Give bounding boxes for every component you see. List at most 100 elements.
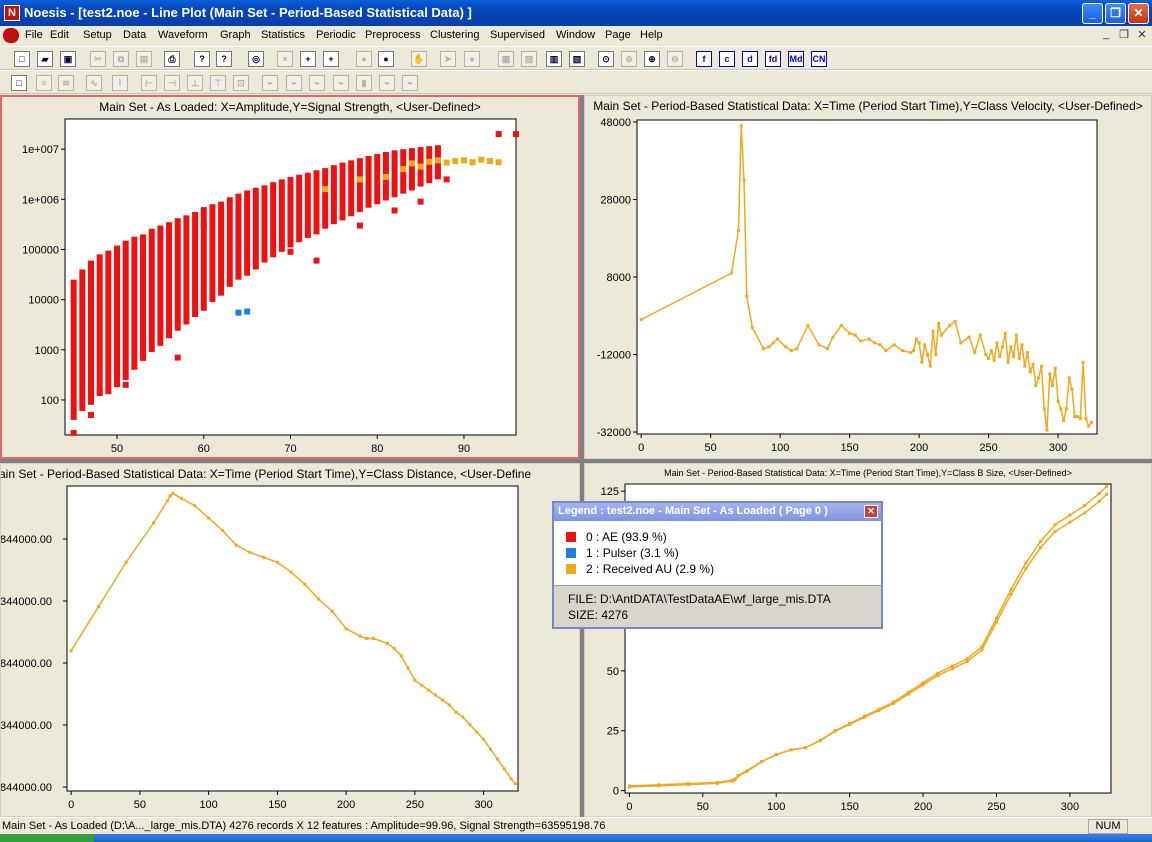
velocity-data-point [1076,415,1080,419]
velocity-x-tick-label: 200 [910,442,928,454]
wave3-icon[interactable]: ∿ [86,75,102,91]
chart-icon[interactable]: ▥ [546,51,562,67]
menu-file[interactable]: File [25,29,43,41]
zoom-out-icon[interactable]: ⊖ [667,51,683,67]
print-icon[interactable]: ⎙ [164,51,180,67]
window-icon[interactable]: □ [11,75,27,91]
d-icon[interactable]: d [742,51,758,67]
context-help-icon[interactable]: ? [216,51,232,67]
scatter-y-tick-label: 1000 [35,345,59,357]
wave2-icon[interactable]: ≋ [58,75,74,91]
signal7-icon[interactable]: ⌁ [402,75,418,91]
scatter-point [469,159,476,166]
cluster-icon[interactable]: ● [356,51,372,67]
pointer-icon[interactable]: ➤ [440,51,456,67]
signal5-icon[interactable]: ▮ [356,75,372,91]
distance-y-tick-label: 344000.00 [1,720,52,732]
distance-data-point [262,555,266,559]
menu-graph[interactable]: Graph [220,29,251,41]
mdi-restore-button[interactable]: ❐ [1116,28,1132,42]
menu-data[interactable]: Data [123,29,146,41]
filter5-icon[interactable]: ⊡ [233,75,249,91]
minimize-button[interactable]: _ [1082,3,1103,24]
noesis-app-icon[interactable]: N [4,5,20,21]
apple-icon[interactable]: ● [378,51,394,67]
signal6-icon[interactable]: ⌁ [379,75,395,91]
filter1-icon[interactable]: ⊢ [141,75,157,91]
menu-periodic[interactable]: Periodic [316,29,356,41]
cn-icon[interactable]: CN [811,51,827,67]
view-icon[interactable]: ⊙ [598,51,614,67]
bsize-secondary-data-point [657,783,661,787]
scatter-x-tick-label: 60 [198,443,210,455]
velocity-data-point [1064,407,1068,411]
zoom-in-icon[interactable]: ⊕ [644,51,660,67]
help-icon[interactable]: ? [194,51,210,67]
maximize-button[interactable]: ❐ [1105,3,1126,24]
menu-waveform[interactable]: Waveform [158,29,208,41]
legend-titlebar[interactable]: Legend : test2.noe - Main Set - As Loade… [554,503,881,521]
menu-edit[interactable]: Edit [50,29,69,41]
open-icon[interactable]: ▰ [37,51,53,67]
bsize-x-tick-label: 50 [697,801,709,813]
signal3-icon[interactable]: ⌁ [309,75,325,91]
ae-column-mark [278,179,285,252]
grid-icon[interactable]: ▦ [498,51,514,67]
add-icon[interactable]: + [300,51,316,67]
paste-icon[interactable]: ▤ [136,51,152,67]
legend-close-button[interactable]: ✕ [864,505,878,518]
velocity-plot-window[interactable]: Main Set - Period-Based Statistical Data… [584,95,1152,459]
velocity-data-point [1087,424,1091,428]
legend-file-info: FILE: D:\AntDATA\TestDataAE\wf_large_mis… [554,585,881,627]
ae-column-mark [157,225,164,346]
signal2-icon[interactable]: ⌁ [286,75,302,91]
scatter-point [391,207,398,214]
menu-help[interactable]: Help [640,29,663,41]
capture-icon[interactable]: ◎ [248,51,264,67]
view2-icon[interactable]: ⊚ [621,51,637,67]
new-icon[interactable]: □ [14,51,30,67]
filter2-icon[interactable]: ⊣ [164,75,180,91]
velocity-data-point [1053,366,1057,370]
velocity-data-point [859,339,863,343]
signal1-icon[interactable]: ⌁ [262,75,278,91]
insert-icon[interactable]: + [323,51,339,67]
fd-icon[interactable]: fd [765,51,781,67]
hand-icon[interactable]: ✋ [411,51,427,67]
mdi-minimize-button[interactable]: _ [1098,28,1114,42]
scatter-plot-window[interactable]: Main Set - As Loaded: X=Amplitude,Y=Sign… [0,95,580,459]
f-icon[interactable]: f [696,51,712,67]
filter3-icon[interactable]: ⊥ [187,75,203,91]
wave4-icon[interactable]: ⌇ [112,75,128,91]
menu-supervised[interactable]: Supervised [490,29,545,41]
cut-icon[interactable]: ✂ [90,51,106,67]
menu-page[interactable]: Page [605,29,631,41]
distance-data-point [468,723,472,727]
image-icon[interactable]: ▧ [521,51,537,67]
bsize-data-point [1009,587,1013,591]
scatter-point [322,186,329,193]
menu-statistics[interactable]: Statistics [261,29,305,41]
bell-icon[interactable]: ♠ [464,51,480,67]
save-icon[interactable]: ▣ [60,51,76,67]
scatter-point [200,222,207,229]
noesis-logo-icon[interactable] [3,28,19,43]
plot-icon[interactable]: ▨ [569,51,585,67]
c-icon[interactable]: c [719,51,735,67]
mdi-close-button[interactable]: ✕ [1134,28,1150,42]
md-icon[interactable]: Md [788,51,804,67]
menu-clustering[interactable]: Clustering [430,29,480,41]
copy-icon[interactable]: ⧉ [113,51,129,67]
start-button[interactable] [0,834,94,842]
menu-preprocess[interactable]: Preprocess [365,29,421,41]
distance-plot-window[interactable]: ain Set - Period-Based Statistical Data:… [0,463,580,817]
delete-icon[interactable]: × [277,51,293,67]
filter4-icon[interactable]: ⊤ [210,75,226,91]
menu-setup[interactable]: Setup [83,29,112,41]
menu-window[interactable]: Window [556,29,595,41]
close-button[interactable]: ✕ [1128,3,1149,24]
wave1-icon[interactable]: ≈ [36,75,52,91]
signal4-icon[interactable]: ⌁ [333,75,349,91]
legend-window[interactable]: Legend : test2.noe - Main Set - As Loade… [552,501,883,629]
velocity-data-point [939,333,943,337]
